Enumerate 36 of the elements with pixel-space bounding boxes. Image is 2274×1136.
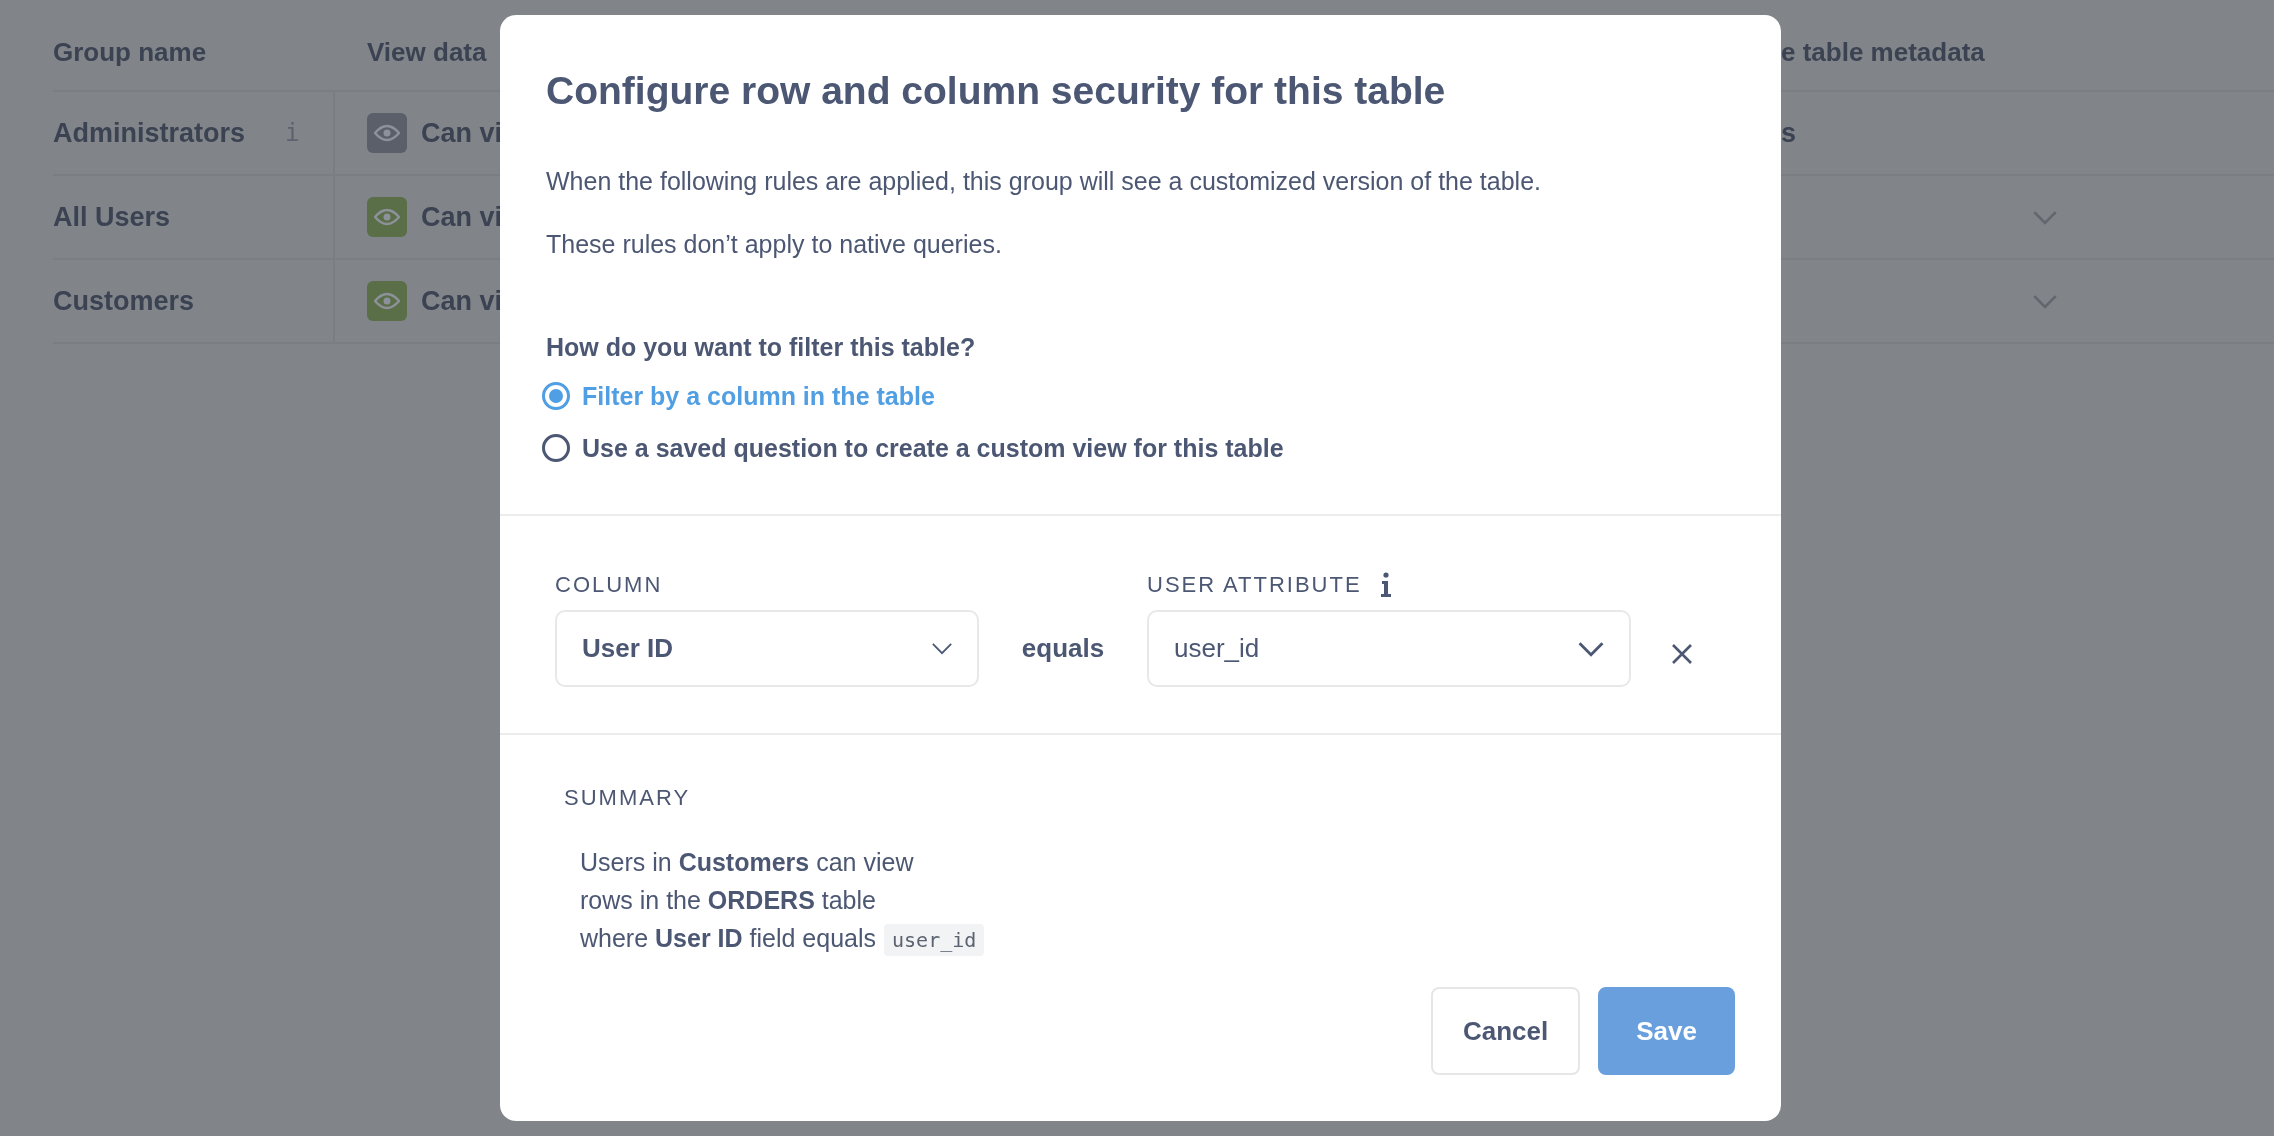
chevron-down-icon [2032,293,2058,309]
access-level: Can vi [421,201,503,233]
cancel-button[interactable]: Cancel [1431,987,1581,1075]
eye-icon [374,124,400,142]
access-level: Can vi [421,285,503,317]
access-level: Can vi [421,117,503,149]
group-name: Administrators [53,117,246,149]
summary-text: Users in Customers can view [580,847,915,878]
chevron-down-icon [1577,640,1605,657]
description-text: When the following rules are applied, this group will see a customized version of the table. [546,167,1542,196]
radio-option[interactable]: Use a saved question to create a custom view for this table [546,422,1735,474]
column-header: Group name [53,37,208,68]
chevron-down-icon [931,642,953,655]
group-name: All Users [53,201,171,233]
eye-icon [374,208,400,226]
column-select[interactable]: User ID [555,610,979,687]
chevron-down-icon [2032,209,2058,225]
field-label: COLUMN [555,572,664,598]
column-header: e table metadata [1781,37,1986,68]
radio-icon[interactable] [542,382,570,410]
radio-icon[interactable] [542,434,570,462]
metadata-access: s [1781,117,1797,149]
summary-text: rows in the ORDERS table [580,885,877,916]
field-label: USER ATTRIBUTE [1147,572,1362,598]
dialog-title: Configure row and column security for this table [546,69,1447,113]
column-header: View data [366,37,488,68]
summary-text: where User ID field equals user_id [580,919,1735,959]
attribute-select[interactable]: user_id [1147,610,1631,687]
question-text: How do you want to filter this table? [546,333,977,362]
description-text: These rules don’t apply to native queries. [546,230,1003,259]
eye-icon [374,292,400,310]
close-icon[interactable] [1671,643,1693,665]
summary-label: SUMMARY [564,785,692,811]
group-name: Customers [53,285,195,317]
operator-text: equals [1020,632,1106,665]
info-icon [1379,572,1392,598]
